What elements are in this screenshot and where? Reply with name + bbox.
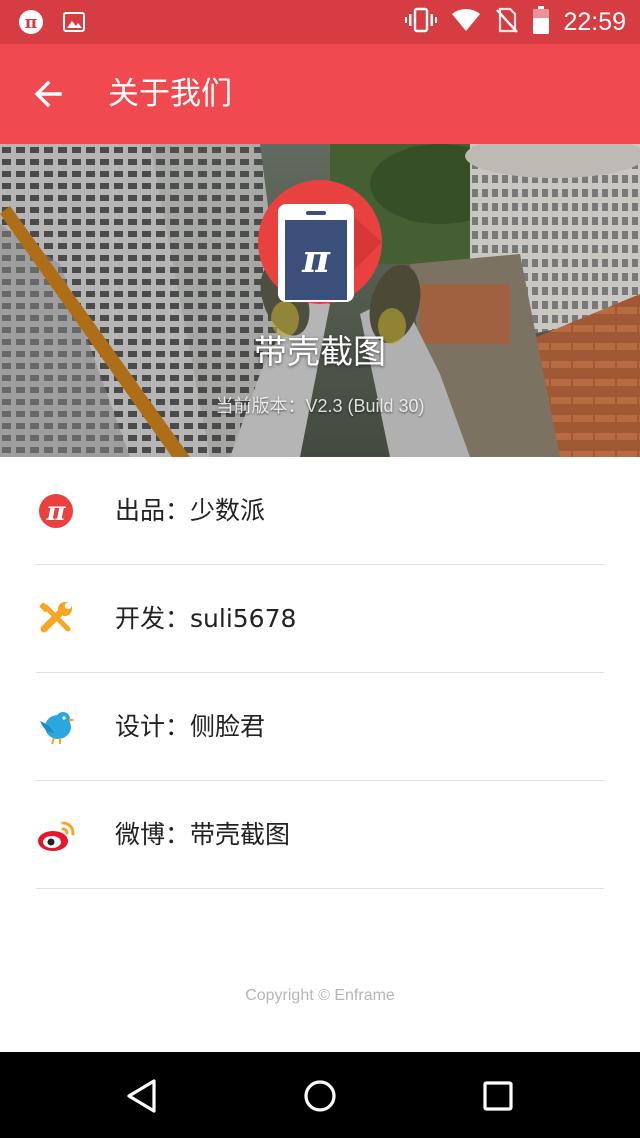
copyright-text: Copyright © Enframe bbox=[245, 987, 395, 1004]
list-item-developer[interactable]: 开发：suli5678 bbox=[0, 565, 640, 673]
list-item-weibo[interactable]: 微博：带壳截图 bbox=[0, 781, 640, 889]
wifi-icon bbox=[451, 8, 481, 36]
recents-square-icon bbox=[483, 1081, 513, 1111]
status-time: 22:59 bbox=[563, 8, 626, 36]
list-item-label: 出品：少数派 bbox=[115, 496, 266, 525]
bird-icon bbox=[36, 707, 76, 747]
svg-text:π: π bbox=[45, 497, 66, 527]
image-icon bbox=[62, 10, 86, 38]
arrow-left-icon bbox=[34, 80, 62, 108]
back-button[interactable] bbox=[28, 74, 72, 114]
back-triangle-icon bbox=[127, 1079, 156, 1113]
list-item-label: 开发：suli5678 bbox=[115, 604, 297, 633]
list-item-label: 微博：带壳截图 bbox=[115, 820, 291, 849]
home-circle-icon bbox=[304, 1080, 336, 1112]
navigation-bar bbox=[0, 1052, 640, 1138]
info-list: π 出品：少数派 开发：suli5678 设计：侧脸君 微博：带壳截图 bbox=[0, 457, 640, 889]
app-logo-icon: π bbox=[258, 180, 382, 304]
vibrate-icon bbox=[405, 7, 438, 37]
app-bar: 关于我们 bbox=[0, 44, 640, 144]
divider bbox=[36, 888, 604, 889]
list-item-label: 设计：侧脸君 bbox=[115, 712, 266, 741]
nav-home-button[interactable] bbox=[296, 1072, 344, 1120]
no-sim-icon bbox=[495, 7, 519, 37]
battery-icon bbox=[533, 6, 550, 38]
list-item-designer[interactable]: 设计：侧脸君 bbox=[0, 673, 640, 781]
weibo-icon bbox=[36, 815, 76, 855]
app-version: 当前版本：V2.3 (Build 30) bbox=[215, 396, 425, 416]
pi-app-icon: π bbox=[18, 9, 44, 39]
svg-text:π: π bbox=[301, 236, 331, 281]
app-name: 带壳截图 bbox=[254, 332, 386, 371]
page-title: 关于我们 bbox=[108, 76, 232, 112]
list-item-publisher[interactable]: π 出品：少数派 bbox=[0, 457, 640, 565]
nav-recents-button[interactable] bbox=[474, 1072, 522, 1120]
wrench-icon bbox=[36, 599, 76, 639]
nav-back-button[interactable] bbox=[118, 1072, 166, 1120]
status-bar: π 22:59 bbox=[0, 0, 640, 44]
pi-logo-icon: π bbox=[36, 491, 76, 531]
header-banner: π 带壳截图 当前版本：V2.3 (Build 30) bbox=[0, 144, 640, 457]
svg-text:π: π bbox=[25, 13, 37, 33]
